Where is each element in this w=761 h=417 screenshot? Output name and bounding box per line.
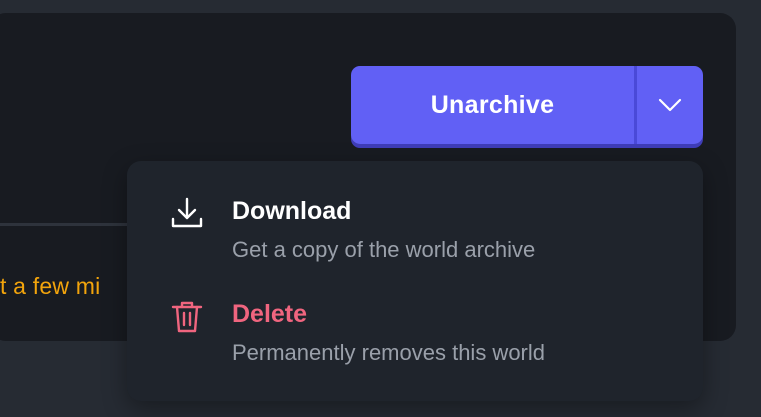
menu-item-description: Get a copy of the world archive <box>232 237 536 262</box>
menu-item-download[interactable]: Download Get a copy of the world archive <box>127 161 703 262</box>
more-actions-toggle[interactable] <box>637 66 703 144</box>
unarchive-button[interactable]: Unarchive <box>351 66 634 144</box>
actions-dropdown-menu: Download Get a copy of the world archive… <box>127 161 703 401</box>
menu-item-description: Permanently removes this world <box>232 340 546 365</box>
page: t a few mi Unarchive Download Get a copy… <box>0 0 761 417</box>
download-icon <box>171 197 203 228</box>
menu-item-title: Download <box>232 197 352 225</box>
chevron-down-icon <box>658 98 682 112</box>
menu-item-delete[interactable]: Delete Permanently removes this world <box>127 264 703 365</box>
trash-icon <box>171 301 203 333</box>
status-notice: t a few mi <box>0 273 101 299</box>
unarchive-split-button: Unarchive <box>351 66 703 144</box>
divider <box>0 223 130 226</box>
menu-item-title: Delete <box>232 300 308 328</box>
